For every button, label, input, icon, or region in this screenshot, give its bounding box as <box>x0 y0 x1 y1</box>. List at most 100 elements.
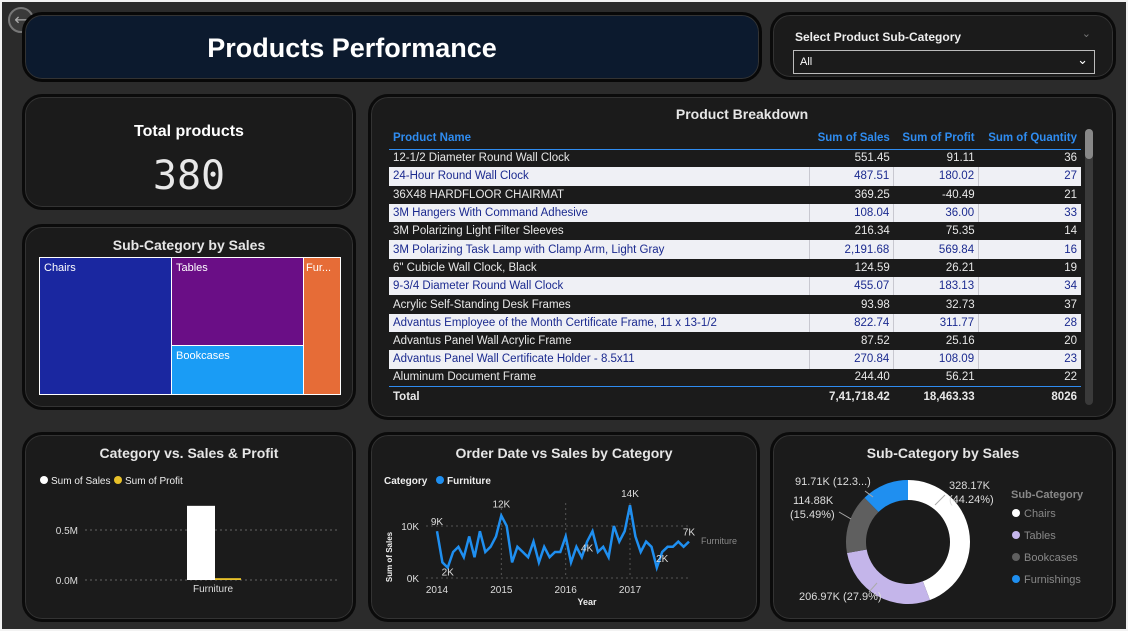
slicer-dropdown[interactable]: All ⌄ <box>793 50 1095 74</box>
legend-label-sales: Sum of Sales <box>51 476 110 487</box>
data-label: 7K <box>683 528 696 539</box>
column-header-sum-of-sales[interactable]: Sum of Sales <box>809 127 894 150</box>
treemap-tile-bookcases[interactable]: Bookcases <box>171 345 304 395</box>
table-row[interactable]: 6" Cubicle Wall Clock, Black 124.59 26.21 1… <box>389 258 1081 278</box>
table-row[interactable]: Advantus Panel Wall Acrylic Frame 87.52 25… <box>389 331 1081 351</box>
table-cell: 487.51 <box>808 167 894 186</box>
kpi-label: Total products <box>134 123 244 140</box>
table-cell: 75.35 <box>893 222 979 241</box>
table-row[interactable]: Aluminum Document Frame 244.40 56.21 22 <box>389 368 1081 387</box>
table-cell: Advantus Panel Wall Acrylic Frame <box>389 331 809 351</box>
product-breakdown-table: Product Breakdown Product Name Sum of Sa… <box>368 94 1116 420</box>
series-end-label: Furniture <box>701 536 737 546</box>
table-cell: 244.40 <box>809 368 894 387</box>
table-cell: 3M Polarizing Light Filter Sleeves <box>389 222 809 241</box>
donut-label-chairs: 328.17K <box>949 480 991 492</box>
legend-dot <box>1012 575 1020 583</box>
total-cell: 8026 <box>978 386 1081 407</box>
table-cell: 2,191.68 <box>808 240 894 259</box>
table-row[interactable]: 3M Hangers With Command Adhesive 108.04 36… <box>389 203 1081 223</box>
legend-dot-furniture <box>436 476 444 484</box>
column-header-sum-of-quantity[interactable]: Sum of Quantity <box>978 127 1081 150</box>
table-cell: 25.16 <box>893 331 979 351</box>
slicer-value: All <box>800 56 813 68</box>
treemap-tile-furnishings[interactable]: Fur... <box>303 257 341 395</box>
table-row[interactable]: 3M Polarizing Light Filter Sleeves 216.34… <box>389 222 1081 241</box>
data-label: 12K <box>492 500 510 511</box>
table-cell: Advantus Employee of the Month Certifica… <box>389 313 809 332</box>
table-cell: 16 <box>978 240 1081 259</box>
table-cell: 32.73 <box>893 295 979 314</box>
table-cell: 216.34 <box>809 222 894 241</box>
slicer-label: Select Product Sub-Category <box>795 30 962 44</box>
table-cell: 87.52 <box>809 331 894 351</box>
x-axis-label: Year <box>577 597 597 607</box>
y-tick-0m: 0.0M <box>56 576 78 587</box>
leader-line <box>838 511 852 520</box>
legend-label[interactable]: Bookcases <box>1024 552 1078 564</box>
cat-chart-svg: Sum of Sales Sum of Profit 0.5M 0.0M Fur… <box>40 476 340 595</box>
donut-legend-title: Sub-Category <box>1011 489 1084 501</box>
order-chart-svg: Category Furniture Sum of Sales 10K 0K 2… <box>384 476 737 607</box>
total-products-card: Total products 380 <box>22 94 356 210</box>
order-date-sales-chart: Order Date vs Sales by Category Category… <box>368 432 760 622</box>
table-cell: 56.21 <box>893 368 979 387</box>
table-cell: 14 <box>978 222 1081 241</box>
legend-dot <box>1012 509 1020 517</box>
legend-dot <box>1012 531 1020 539</box>
x-tick-year: 2014 <box>426 585 449 596</box>
scrollbar-thumb[interactable] <box>1085 129 1093 159</box>
table-header-row: Product Name Sum of Sales Sum of Profit … <box>389 127 1081 150</box>
donut-label-furnishings: 91.71K (12.3...) <box>795 476 871 488</box>
chevron-down-icon[interactable]: ⌄ <box>1082 27 1091 40</box>
donut-label-bookcases-pct: (15.49%) <box>790 509 835 521</box>
x-tick-year: 2015 <box>490 585 513 596</box>
treemap-tile-chairs[interactable]: Chairs <box>39 257 172 395</box>
donut-label-bookcases: 114.88K <box>793 495 834 507</box>
page-title: Products Performance <box>207 33 497 63</box>
table-title: Product Breakdown <box>675 106 809 122</box>
data-label: 2K <box>656 554 669 565</box>
table-row[interactable]: Advantus Employee of the Month Certifica… <box>389 313 1081 332</box>
table-row[interactable]: 12-1/2 Diameter Round Wall Clock 551.45 91… <box>389 149 1081 168</box>
table-row[interactable]: Advantus Panel Wall Certificate Holder -… <box>389 350 1081 369</box>
legend-label[interactable]: Furnishings <box>1024 574 1081 586</box>
table-cell: -40.49 <box>893 185 979 204</box>
table-row[interactable]: 3M Polarizing Task Lamp with Clamp Arm, … <box>389 240 1081 259</box>
table-cell: 20 <box>978 331 1081 351</box>
table-cell: 28 <box>978 313 1081 332</box>
column-header-product-name[interactable]: Product Name <box>389 127 809 150</box>
table-scrollbar[interactable] <box>1085 129 1093 405</box>
bar-sales-furniture[interactable] <box>187 505 215 580</box>
legend-label[interactable]: Chairs <box>1024 508 1056 520</box>
table-cell: 183.13 <box>893 277 979 296</box>
legend-label[interactable]: Tables <box>1024 530 1056 542</box>
treemap-tile-tables[interactable]: Tables <box>171 257 304 346</box>
table-row[interactable]: 36X48 HARDFLOOR CHAIRMAT 369.25 -40.49 21 <box>389 185 1081 204</box>
chevron-down-icon[interactable]: ⌄ <box>1077 53 1088 68</box>
table-total-row: Total 7,41,718.42 18,463.33 8026 <box>389 386 1081 407</box>
legend-item: Furniture <box>447 476 491 487</box>
table-cell: 569.84 <box>893 240 979 259</box>
bar-profit-furniture[interactable] <box>215 578 241 580</box>
y-tick-10k: 10K <box>401 522 419 533</box>
table-cell: 36 <box>978 149 1081 168</box>
table-row[interactable]: 24-Hour Round Wall Clock 487.51 180.02 27 <box>389 167 1081 186</box>
column-header-sum-of-profit[interactable]: Sum of Profit <box>893 127 979 150</box>
table-row[interactable]: Acrylic Self-Standing Desk Frames 93.98 32… <box>389 295 1081 314</box>
table-cell: 311.77 <box>893 313 979 332</box>
table-row[interactable]: 9-3/4 Diameter Round Wall Clock 455.07 183… <box>389 277 1081 296</box>
x-tick-furniture: Furniture <box>193 584 233 595</box>
table-cell: 26.21 <box>893 258 979 278</box>
table-cell: 3M Polarizing Task Lamp with Clamp Arm, … <box>389 240 809 259</box>
total-cell: 18,463.33 <box>893 386 979 407</box>
table-cell: 21 <box>978 185 1081 204</box>
donut-label-chairs-pct: (44.24%) <box>949 494 994 506</box>
y-axis-label: Sum of Sales <box>385 531 394 582</box>
legend-title: Category <box>384 476 428 487</box>
table-cell: Acrylic Self-Standing Desk Frames <box>389 295 809 314</box>
table-cell: Advantus Panel Wall Certificate Holder -… <box>389 350 809 369</box>
table-cell: 91.11 <box>893 149 979 168</box>
total-cell: Total <box>389 386 809 407</box>
cat-chart-title: Category vs. Sales & Profit <box>99 445 279 461</box>
